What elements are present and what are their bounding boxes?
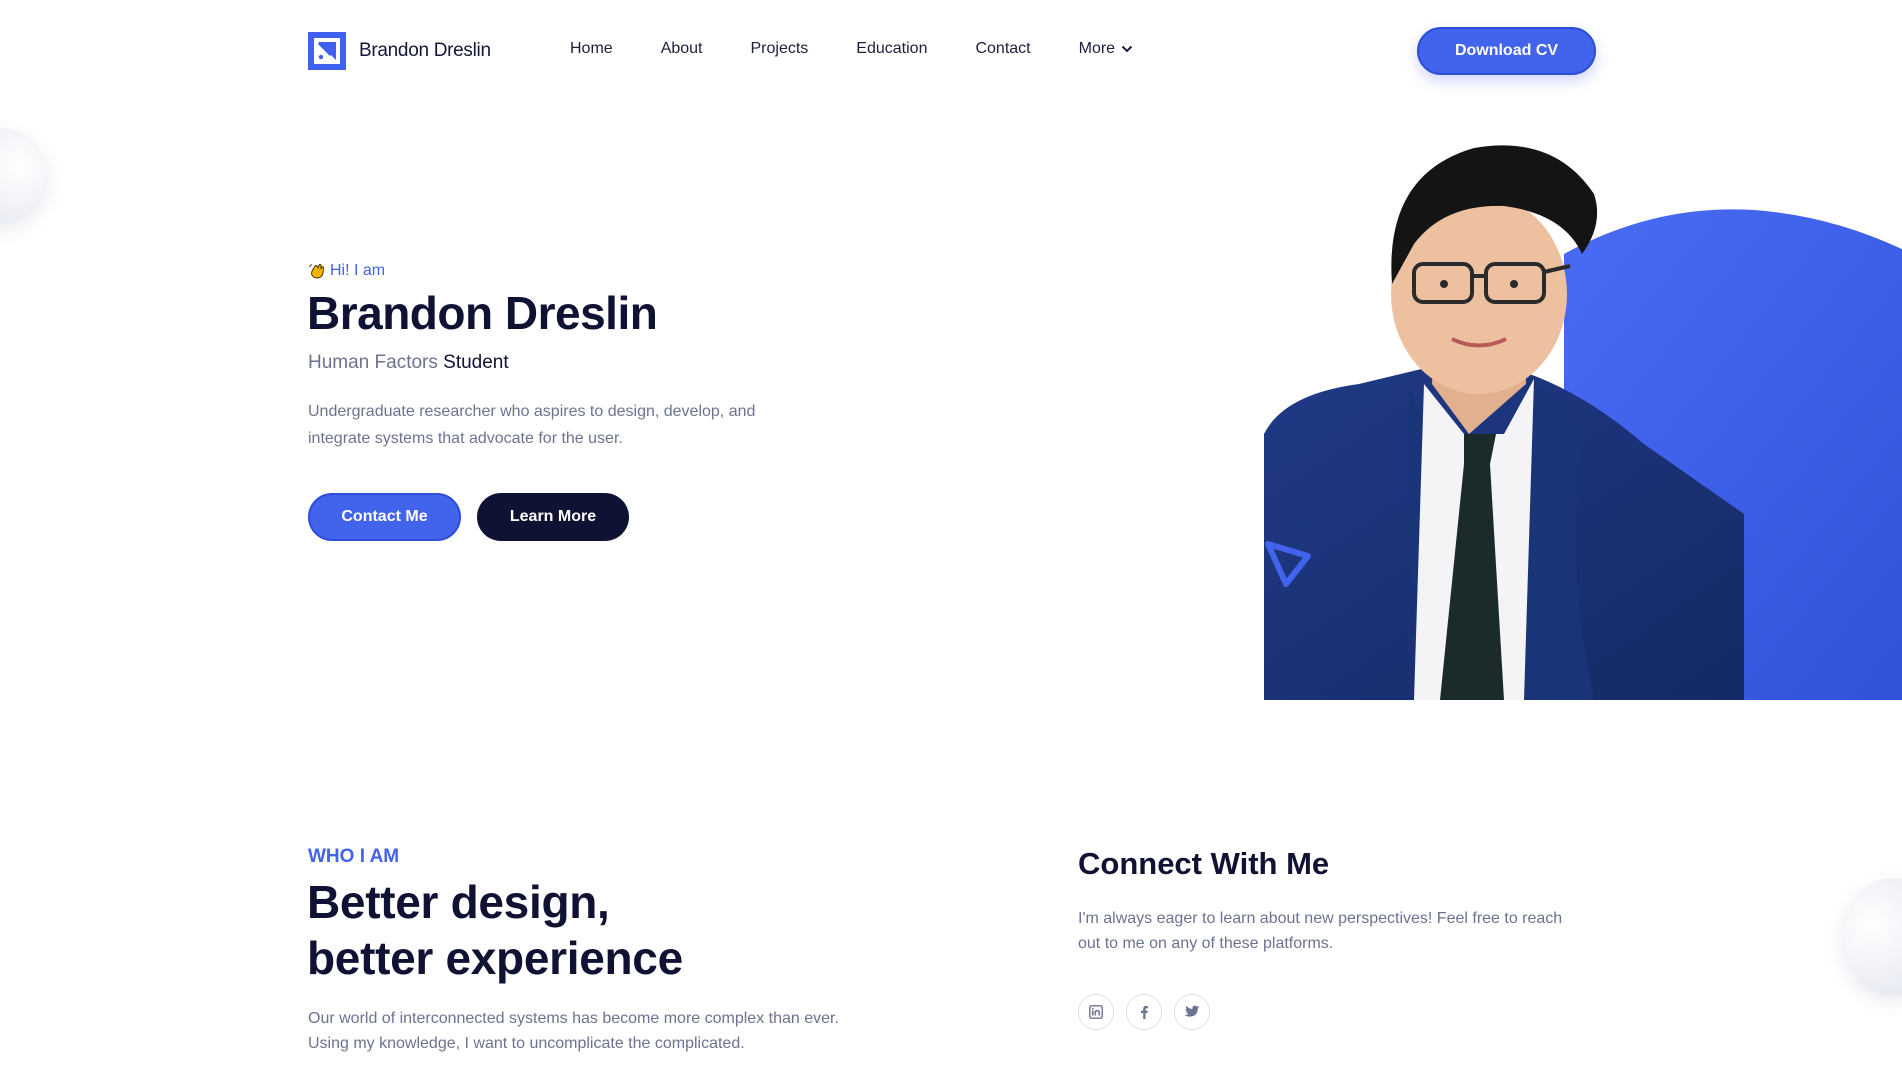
twitter-link[interactable] [1174,994,1210,1030]
brand-logo[interactable]: Brandon Dreslin [308,32,491,70]
facebook-link[interactable] [1126,994,1162,1030]
hero-role: Human Factors Student [308,352,509,374]
main-nav: Home About Projects Education Contact Mo… [570,40,1133,58]
greeting-text: Hi! I am [330,262,386,279]
nav-projects[interactable]: Projects [751,40,809,58]
nav-more-label: More [1078,40,1116,57]
connect-title: Connect With Me [1078,846,1330,881]
nav-more-dropdown[interactable]: More [1079,40,1133,58]
nav-contact[interactable]: Contact [975,40,1030,58]
nav-home[interactable]: Home [570,40,613,58]
nav-about[interactable]: About [661,40,703,58]
hero-name: Brandon Dreslin [307,287,658,339]
decorative-bubble-right [1842,878,1902,996]
connect-description: I'm always eager to learn about new pers… [1078,910,1563,952]
download-cv-button[interactable]: Download CV [1417,27,1596,75]
role-field: Human Factors [308,352,438,373]
about-description: Our world of interconnected systems has … [308,1010,839,1052]
linkedin-link[interactable] [1078,994,1114,1030]
learn-more-button[interactable]: Learn More [477,493,629,541]
logo-mark-icon [308,32,346,70]
chevron-down-icon [1121,45,1133,53]
decorative-bubble-left [0,128,48,224]
linkedin-icon [1089,1005,1103,1019]
about-title-line-1: Better design, [307,876,610,928]
about-title-line-2: better experience [307,932,683,984]
hero-greeting: Hi! I am [308,262,385,280]
portrait-illustration [1264,145,1902,700]
role-title: Student [443,352,509,373]
twitter-icon [1184,1005,1200,1017]
waving-hand-icon [309,264,324,279]
facebook-icon [1141,1005,1148,1019]
hero-description: Undergraduate researcher who aspires to … [308,403,756,447]
social-links [1078,994,1222,1030]
brand-name: Brandon Dreslin [359,40,491,61]
hero-portrait [1264,134,1902,700]
site-header: Brandon Dreslin Home About Projects Educ… [0,0,1902,104]
about-eyebrow: WHO I AM [308,846,400,867]
contact-me-button[interactable]: Contact Me [308,493,461,541]
about-title: Better design, better experience [307,874,683,986]
nav-education[interactable]: Education [856,40,927,58]
